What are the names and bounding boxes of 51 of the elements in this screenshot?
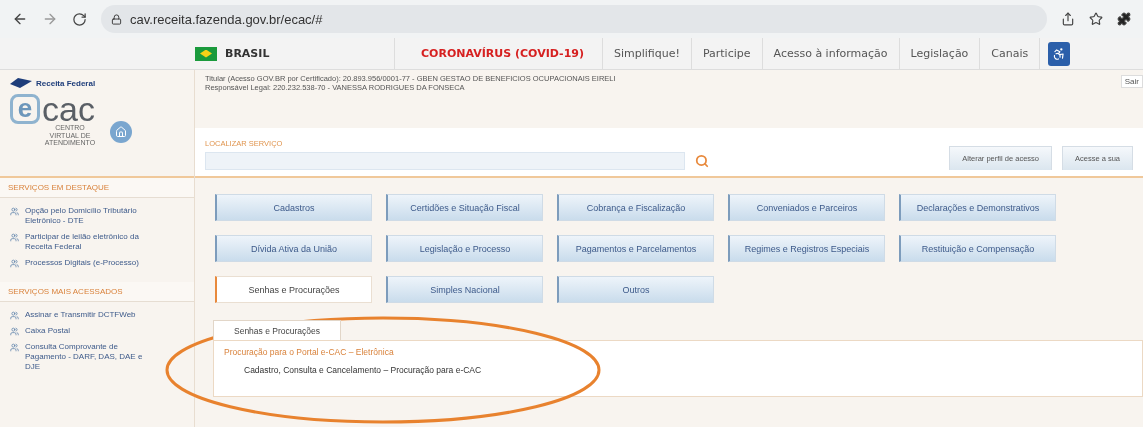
home-button[interactable] — [110, 121, 132, 144]
subpanel-tab[interactable]: Senhas e Procurações — [213, 320, 341, 340]
category-tab[interactable]: Cadastros — [215, 194, 372, 221]
agency-logo: Receita Federal — [10, 78, 184, 88]
category-tab[interactable]: Senhas e Procurações — [215, 276, 372, 303]
nav-link[interactable]: Participe — [691, 38, 763, 69]
search-field[interactable] — [205, 152, 685, 170]
star-icon[interactable] — [1089, 12, 1103, 26]
category-tab[interactable]: Restituição e Compensação — [899, 235, 1056, 262]
category-tab[interactable]: Simples Nacional — [386, 276, 543, 303]
nav-link[interactable]: Simplifique! — [603, 38, 692, 69]
reload-icon[interactable] — [72, 11, 87, 27]
category-tab[interactable]: Conveniados e Parceiros — [728, 194, 885, 221]
people-icon — [10, 327, 19, 336]
section-title: SERVIÇOS MAIS ACESSADOS — [0, 282, 194, 302]
people-icon — [10, 343, 19, 352]
nav-link[interactable]: CORONAVÍRUS (COVID-19) — [395, 38, 603, 69]
accessibility-icon[interactable] — [1048, 41, 1071, 66]
back-icon[interactable] — [12, 11, 28, 27]
share-icon[interactable] — [1061, 12, 1075, 26]
category-tab[interactable]: Certidões e Situação Fiscal — [386, 194, 543, 221]
sidebar-link[interactable]: Opção pelo Domicílio Tributário Eletrônico - DTE — [10, 206, 186, 226]
sidebar-link[interactable]: Processos Digitais (e-Processo) — [10, 258, 186, 268]
puzzle-icon[interactable] — [1117, 12, 1131, 26]
category-tab[interactable]: Regimes e Registros Especiais — [728, 235, 885, 262]
category-tab[interactable]: Outros — [557, 276, 714, 303]
home-icon[interactable] — [115, 126, 127, 139]
category-tab[interactable]: Dívida Ativa da União — [215, 235, 372, 262]
people-icon — [10, 259, 19, 268]
lock-icon — [111, 13, 122, 25]
section-title: SERVIÇOS EM DESTAQUE — [0, 178, 194, 198]
sidebar-link[interactable]: Consulta Comprovante de Pagamento - DARF, DAS, DAE e DJE — [10, 342, 186, 372]
category-tab[interactable]: Cobrança e Fiscalização — [557, 194, 714, 221]
category-tab[interactable]: Declarações e Demonstrativos — [899, 194, 1056, 221]
flag-icon — [195, 46, 217, 61]
brand-label: BRASIL — [225, 47, 270, 60]
search-icon[interactable] — [695, 154, 709, 168]
service-link[interactable]: Cadastro, Consulta e Cancelamento – Procuração para e-CAC — [244, 365, 1132, 375]
sidebar-link[interactable]: Caixa Postal — [10, 326, 186, 336]
sidebar-link[interactable]: Assinar e Transmitir DCTFWeb — [10, 310, 186, 320]
category-tab[interactable]: Pagamentos e Parcelamentos — [557, 235, 714, 262]
logout-link[interactable]: Sair — [1120, 75, 1143, 88]
people-icon — [10, 233, 19, 242]
nav-link[interactable]: Legislação — [899, 38, 981, 69]
nav-link[interactable]: Acesso à informação — [762, 38, 900, 69]
people-icon — [10, 311, 19, 320]
sidebar-link[interactable]: Participar de leilão eletrônico da Receita Federal — [10, 232, 186, 252]
address-bar[interactable]: cav.receita.fazenda.gov.br/ecac/# — [101, 5, 1047, 33]
people-icon — [10, 207, 19, 216]
nav-link[interactable]: Canais — [980, 38, 1041, 69]
category-tab[interactable]: Legislação e Processo — [386, 235, 543, 262]
